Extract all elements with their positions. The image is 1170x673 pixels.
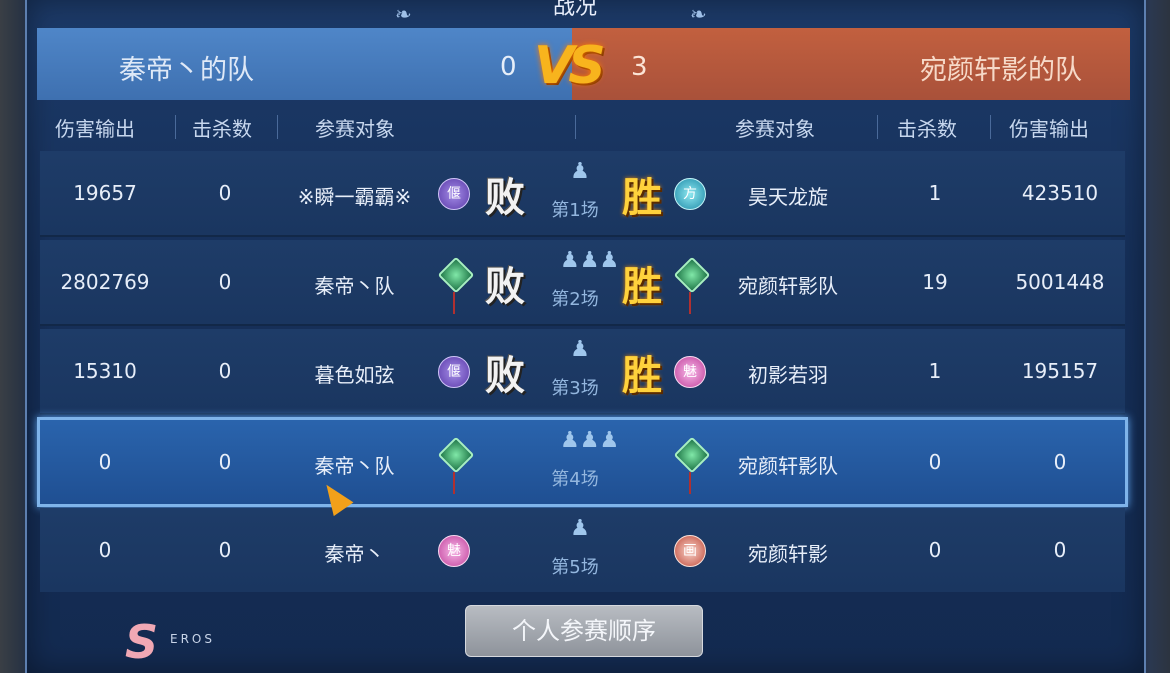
divider [175,115,176,139]
match-row-5[interactable]: 0 0 秦帝丶 魅 ♟ 第5场 画 宛颜轩影 0 0 [40,508,1125,592]
participant-left: 暮色如弦 [314,363,395,387]
col-dmg-right: 伤害输出 [1009,117,1089,141]
left-team-score: 0 [500,52,517,82]
team-match-icon: ♟♟♟ [560,428,620,453]
participant-left: 秦帝丶队 [314,454,395,478]
eros-logo-icon: S [125,615,159,669]
participant-right: 宛颜轩影队 [738,454,838,478]
participant-right: 宛颜轩影 [748,542,828,566]
match-row-4-selected[interactable]: 0 0 秦帝丶队 ♟♟♟ 第4场 宛颜轩影队 0 0 [37,417,1128,507]
divider [877,115,878,139]
lose-mark: 败 [485,352,525,399]
match-label: 第2场 [551,289,599,310]
class-badge-left-icon: 魅 [438,535,470,567]
col-kills-left: 击杀数 [192,117,252,141]
tassel-right-icon [689,292,691,314]
tassel-left-icon [453,472,455,494]
col-participant-left: 参赛对象 [315,117,395,141]
damage-right: 0 [1053,538,1067,562]
kills-right: 0 [928,450,942,474]
tassel-left-icon [453,292,455,314]
participant-left: ※瞬一霸霸※ [297,185,412,209]
solo-match-icon: ♟ [570,159,590,184]
left-team-name: 秦帝丶的队 [119,55,254,86]
damage-right: 423510 [1021,181,1099,205]
solo-match-icon: ♟ [570,337,590,362]
kills-left: 0 [218,181,232,205]
kills-right: 1 [928,359,942,383]
kills-left: 0 [218,450,232,474]
kills-right: 1 [928,181,942,205]
column-headers: 伤害输出 击杀数 参赛对象 参赛对象 击杀数 伤害输出 [37,103,1130,147]
match-label: 第5场 [551,557,599,578]
class-badge-left-icon: 偃 [438,178,470,210]
win-mark: 胜 [622,174,662,221]
right-team-score: 3 [631,52,648,82]
kills-left: 0 [218,538,232,562]
match-row-2[interactable]: 2802769 0 秦帝丶队 败 ♟♟♟ 第2场 胜 宛颜轩影队 19 5001… [40,240,1125,326]
class-badge-right-icon: 魅 [674,356,706,388]
title-ornament-right-icon: ❧ [690,2,707,26]
match-label: 第1场 [551,200,599,221]
solo-match-icon: ♟ [570,516,590,541]
kills-left: 0 [218,270,232,294]
class-badge-right-icon: 画 [674,535,706,567]
damage-right: 5001448 [1015,270,1105,294]
damage-right: 0 [1053,450,1067,474]
match-row-1[interactable]: 19657 0 ※瞬一霸霸※ 偃 败 ♟ 第1场 胜 方 昊天龙旋 1 4235… [40,151,1125,237]
match-row-3[interactable]: 15310 0 暮色如弦 偃 败 ♟ 第3场 胜 魅 初影若羽 1 195157 [40,329,1125,415]
participant-left: 秦帝丶 [324,542,385,566]
damage-right: 195157 [1021,359,1099,383]
score-header: 秦帝丶的队 0 3 宛颜轩影的队 VS [37,28,1130,100]
damage-left: 0 [98,538,112,562]
participant-right: 昊天龙旋 [748,185,828,209]
damage-left: 0 [98,450,112,474]
lose-mark: 败 [485,263,525,310]
col-dmg-left: 伤害输出 [55,117,135,141]
left-team-banner: 秦帝丶的队 0 [37,28,572,100]
damage-left: 19657 [73,181,137,205]
win-mark: 胜 [622,352,662,399]
tassel-right-icon [689,472,691,494]
kills-left: 0 [218,359,232,383]
participant-left: 秦帝丶队 [314,274,395,298]
class-badge-left-icon: 偃 [438,356,470,388]
class-badge-right-icon: 方 [674,178,706,210]
lose-mark: 败 [485,174,525,221]
vs-emblem: VS [534,36,606,96]
team-jade-left-icon [437,436,475,474]
participant-right: 宛颜轩影队 [738,274,838,298]
kills-right: 0 [928,538,942,562]
individual-order-button[interactable]: 个人参赛顺序 [465,605,703,657]
logo-text: EROS [170,632,215,646]
right-team-name: 宛颜轩影的队 [920,55,1082,86]
divider [277,115,278,139]
participant-right: 初影若羽 [748,363,828,387]
divider [990,115,991,139]
right-team-banner: 3 宛颜轩影的队 [572,28,1130,100]
team-match-icon: ♟♟♟ [560,248,620,273]
match-label: 第4场 [551,469,599,490]
divider [575,115,576,139]
team-jade-left-icon [437,256,475,294]
col-kills-right: 击杀数 [897,117,957,141]
kills-right: 19 [922,270,948,294]
col-participant-right: 参赛对象 [735,117,815,141]
damage-left: 15310 [73,359,137,383]
damage-left: 2802769 [60,270,150,294]
match-label: 第3场 [551,378,599,399]
win-mark: 胜 [622,263,662,310]
